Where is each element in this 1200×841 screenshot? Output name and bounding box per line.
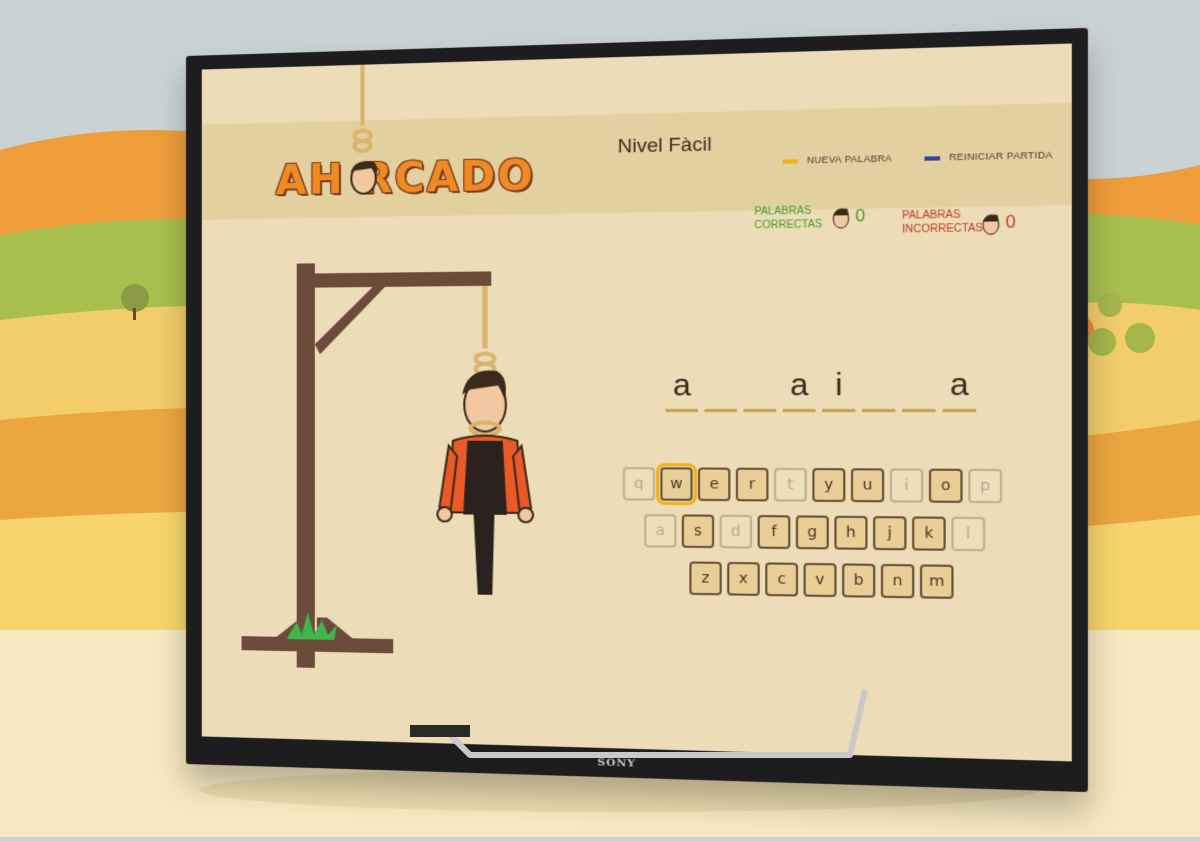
gallows-beam [297,271,492,287]
letter-slot [862,368,895,413]
new-word-label: NUEVA PALABRA [807,153,892,165]
slot-underline [666,409,698,412]
key-z[interactable]: z [689,561,721,595]
key-x[interactable]: x [727,562,760,596]
slot-letter: a [942,367,976,403]
slot-underline [743,409,776,412]
logo-face-icon [345,154,382,199]
key-n[interactable]: n [881,564,914,598]
key-s[interactable]: s [682,514,714,548]
wrong-words-counter: PALABRAS INCORRECTAS 0 [902,208,983,237]
letter-slot: a [942,367,976,412]
key-q: q [623,467,655,500]
slot-underline [862,409,895,412]
key-w[interactable]: w [660,467,692,501]
letter-slot: a [666,368,698,412]
slot-underline [704,409,736,412]
keyboard-row-1: qwertyuiop [623,467,1002,503]
key-k[interactable]: k [912,516,946,550]
key-l: l [951,517,985,552]
key-v[interactable]: v [804,563,837,597]
secret-word: a a i a [666,367,976,412]
reset-indicator [924,156,940,161]
letter-slot [743,368,776,412]
keyboard-row-2: asdfghjkl [644,514,985,551]
letter-slot: a [783,368,816,412]
slot-letter: a [666,368,698,404]
wrong-label-line2: INCORRECTAS [902,222,983,237]
correct-words-counter: PALABRAS CORRECTAS 0 [754,204,822,232]
face-icon [831,206,851,230]
slot-underline [942,409,976,412]
key-t: t [774,468,807,502]
hanged-man-icon [437,353,533,595]
letter-slot [902,367,936,412]
gallows-brace [315,287,385,354]
key-h[interactable]: h [834,516,867,550]
correct-label-line2: CORRECTAS [754,218,822,233]
key-o[interactable]: o [929,469,963,503]
slot-letter: i [822,368,855,404]
new-word-indicator [783,159,798,164]
wrong-label-line1: PALABRAS [902,208,983,223]
letter-slot [704,368,736,412]
tv-frame: AH RCADO Nivel Fàcil NUEVA PALABRA REINI… [186,28,1088,792]
level-title: Nivel Fàcil [618,134,712,159]
key-i: i [890,468,924,502]
key-j[interactable]: j [873,516,906,550]
tv-stand [410,680,890,770]
reset-label: REINICIAR PARTIDA [949,150,1053,163]
correct-label-line1: PALABRAS [754,204,822,219]
wrong-count: 0 [1006,216,1016,230]
keyboard-row-3: zxcvbnm [689,561,953,599]
key-a: a [644,514,676,548]
key-e[interactable]: e [698,467,730,501]
gallows-post [297,263,315,668]
gallows-illustration [242,255,549,688]
key-f[interactable]: f [758,515,791,549]
face-icon [981,212,1001,236]
game-screen: AH RCADO Nivel Fàcil NUEVA PALABRA REINI… [202,43,1072,761]
key-g[interactable]: g [796,515,829,549]
key-u[interactable]: u [851,468,884,502]
key-y[interactable]: y [812,468,845,502]
key-c[interactable]: c [765,562,798,596]
letter-slot: i [822,368,855,412]
correct-count: 0 [855,210,865,224]
slot-letter: a [783,368,816,404]
game-logo: AH RCADO [276,152,535,204]
key-m[interactable]: m [920,564,954,599]
slot-underline [783,409,816,412]
slot-underline [822,409,855,412]
key-r[interactable]: r [736,468,769,502]
key-b[interactable]: b [842,563,875,597]
key-d: d [720,515,753,549]
key-p: p [968,469,1002,503]
slot-underline [902,409,936,412]
new-word-button[interactable]: NUEVA PALABRA [783,153,892,166]
